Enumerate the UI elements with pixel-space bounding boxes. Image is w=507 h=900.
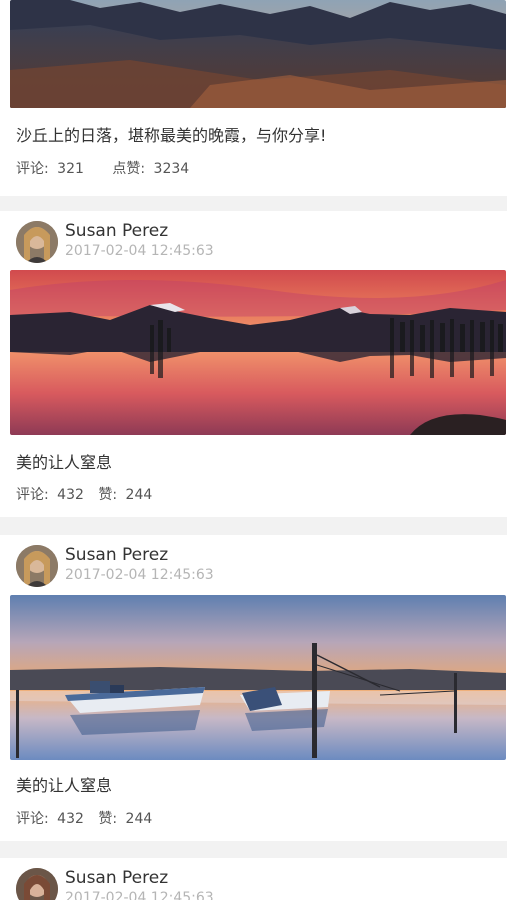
- comments-label: 评论:: [16, 161, 49, 177]
- avatar[interactable]: [16, 868, 58, 900]
- likes-count: 3234: [153, 161, 190, 177]
- author-name[interactable]: Susan Perez: [65, 868, 168, 888]
- comments-label: 评论:: [16, 487, 49, 503]
- likes-label: 点赞:: [112, 161, 146, 177]
- post-time: 2017-02-04 12:45:63: [65, 890, 214, 900]
- comments-count: 432: [57, 487, 84, 503]
- avatar[interactable]: [16, 221, 58, 263]
- post-feed: 沙丘上的日落，堪称最美的晚霞，与你分享! 评论: 321 点赞: 3234 Su…: [0, 0, 507, 900]
- post-image-mountains[interactable]: [10, 0, 506, 108]
- comments-label: 评论:: [16, 811, 49, 827]
- likes-count: 244: [125, 487, 153, 503]
- post-card[interactable]: Susan Perez 2017-02-04 12:45:63: [0, 211, 507, 517]
- comments-count: 321: [57, 161, 84, 177]
- post-image-sunset-lake[interactable]: [10, 270, 506, 435]
- avatar[interactable]: [16, 545, 58, 587]
- post-card[interactable]: Susan Perez 2017-02-04 12:45:63: [0, 535, 507, 841]
- post-card[interactable]: Susan Perez 2017-02-04 12:45:63: [0, 858, 507, 900]
- post-time: 2017-02-04 12:45:63: [65, 243, 214, 259]
- likes-count: 244: [125, 811, 153, 827]
- comments-count: 432: [57, 811, 84, 827]
- post-image-boats-dawn[interactable]: [10, 595, 506, 760]
- author-name[interactable]: Susan Perez: [65, 221, 168, 241]
- post-title[interactable]: 美的让人窒息: [16, 772, 112, 796]
- post-title[interactable]: 沙丘上的日落，堪称最美的晚霞，与你分享!: [16, 122, 326, 146]
- author-name[interactable]: Susan Perez: [65, 545, 168, 565]
- post-stats: 评论: 321 点赞: 3234: [16, 158, 189, 178]
- post-card[interactable]: 沙丘上的日落，堪称最美的晚霞，与你分享! 评论: 321 点赞: 3234: [0, 0, 507, 196]
- post-time: 2017-02-04 12:45:63: [65, 567, 214, 583]
- post-title[interactable]: 美的让人窒息: [16, 449, 112, 473]
- post-stats: 评论: 432 赞: 244: [16, 808, 152, 828]
- likes-label: 赞:: [98, 811, 118, 827]
- likes-label: 赞:: [98, 487, 118, 503]
- post-stats: 评论: 432 赞: 244: [16, 484, 152, 504]
